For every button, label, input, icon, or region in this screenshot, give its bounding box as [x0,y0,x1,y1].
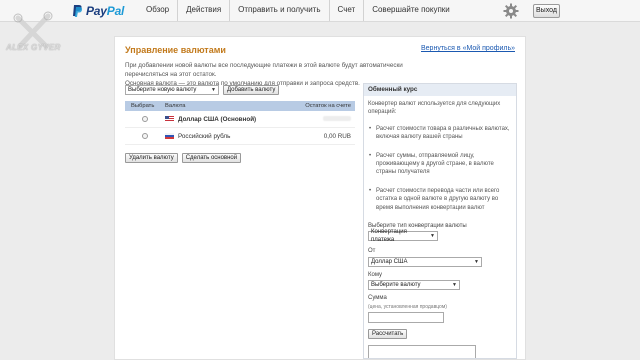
top-nav-bar: PayPal Обзор Действия Отправить и получи… [0,0,640,22]
sum-input[interactable] [368,312,444,324]
chevron-down-icon: ▼ [211,87,216,93]
table-row: Доллар США (Основной) [125,111,355,128]
page-title: Управление валютами [125,45,226,55]
paypal-wordmark: PayPal [86,4,125,18]
sum-label: Сумма [368,295,387,302]
paypal-p-icon [73,5,83,17]
gear-icon[interactable] [503,3,519,19]
intro-line-1: При добавлении новой валюты все последую… [125,62,403,78]
conversion-type-value: Конвертация платежа [371,229,407,244]
rub-balance: 0,00 RUB [323,132,351,140]
paypal-logo[interactable]: PayPal [72,3,124,19]
watermark-text: ALEX GYVER [6,43,61,52]
nav-send-receive[interactable]: Отправить и получить [229,0,328,21]
list-item: Расчет стоимости товара в различных валю… [368,125,512,142]
conversion-type-select[interactable]: Конвертация платежа ▼ [368,229,438,244]
nav-activity[interactable]: Действия [177,0,229,21]
from-currency-value: Доллар США [371,258,408,265]
table-actions: Удалить валюту Сделать основной [125,153,242,163]
rub-currency-name: Российский рубль [178,132,231,140]
table-row: Российский рубль 0,00 RUB [125,128,355,145]
logout-button[interactable]: Выход [533,4,560,18]
to-currency-select[interactable]: Выберите валюту ▼ [368,280,460,291]
col-currency: Валюта [165,103,186,109]
nav-overview[interactable]: Обзор [138,0,177,21]
new-currency-select[interactable]: Выберите новую валюту ▼ [125,85,219,95]
remove-currency-button[interactable]: Удалить валюту [125,153,178,163]
from-currency-select[interactable]: Доллар США ▼ [368,256,482,267]
sum-hint: (цена, установленная продавцом) [368,303,447,310]
converter-description: Конвертер валют используется для следующ… [368,101,501,116]
to-currency-value: Выберите валюту [371,282,421,289]
make-primary-button[interactable]: Сделать основной [181,153,242,163]
nav-shopping[interactable]: Совершайте покупки [363,0,458,21]
select-rub-radio[interactable] [142,133,148,139]
exchange-rate-heading: Обменный курс [364,84,516,96]
currency-management-panel: Управление валютами Вернуться в «Мой про… [114,36,526,360]
usd-balance-hidden [323,115,351,121]
col-select: Выбрать [131,103,155,109]
currency-table: Выбрать Валюта Остаток на счете Доллар С… [125,101,355,145]
chevron-down-icon: ▼ [452,282,457,289]
conversion-result-box [368,345,476,358]
nav-account[interactable]: Счет [328,0,364,21]
col-balance: Остаток на счете [305,103,351,109]
chevron-down-icon: ▼ [474,258,479,265]
add-currency-row: Выберите новую валюту ▼ Добавить валюту [125,85,280,95]
main-nav: Обзор Действия Отправить и получить Счет… [138,0,458,21]
list-item: Расчет суммы, отправляемой лицу, прожива… [368,152,512,177]
table-header: Выбрать Валюта Остаток на счете [125,101,355,111]
add-currency-button[interactable]: Добавить валюту [223,85,280,95]
select-usd-radio[interactable] [142,116,148,122]
to-label: Кому [368,271,383,278]
exchange-rate-box: Обменный курс Конвертер валют использует… [363,83,517,359]
chevron-down-icon: ▼ [430,233,435,240]
from-label: От [368,248,376,255]
new-currency-select-value: Выберите новую валюту [128,87,197,93]
usd-currency-name: Доллар США (Основной) [178,115,257,123]
list-item: Расчет стоимости перевода части или всег… [368,187,512,212]
calculate-button[interactable]: Рассчитать [368,329,408,340]
back-to-profile-link[interactable]: Вернуться в «Мой профиль» [421,45,515,52]
converter-uses-list: Расчет стоимости товара в различных валю… [368,125,512,212]
us-flag-icon [165,116,174,122]
ru-flag-icon [165,133,174,139]
